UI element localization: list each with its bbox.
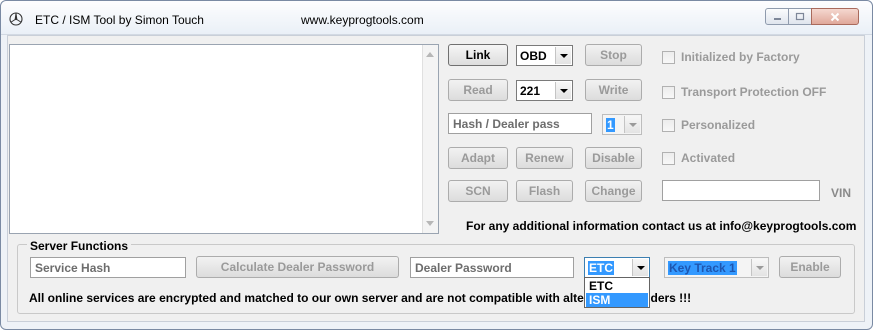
service-type-dropdown-list[interactable]: ETC ISM [584,277,650,308]
hash-dealer-pass-input[interactable]: Hash / Dealer pass [448,113,592,134]
maximize-icon [795,12,805,21]
minimize-icon [773,18,781,20]
dropdown-option-etc[interactable]: ETC [586,279,648,293]
personalized-label: Personalized [681,118,756,132]
title-bar: ETC / ISM Tool by Simon Touch www.keypro… [1,1,872,35]
checkbox-box[interactable] [662,118,675,132]
enable-button[interactable]: Enable [779,256,841,278]
chevron-down-icon[interactable] [624,116,640,133]
change-button[interactable]: Change [585,180,642,202]
chevron-down-icon[interactable] [632,259,648,276]
stop-button[interactable]: Stop [585,44,642,66]
service-type-combo[interactable]: ETC [584,257,650,278]
dealer-password-input[interactable]: Dealer Password [410,257,574,278]
window-title: ETC / ISM Tool by Simon Touch [35,13,204,27]
scn-button[interactable]: SCN [448,180,508,202]
chevron-down-icon[interactable] [555,82,571,99]
service-type-selected: ETC [588,261,614,275]
key-index-combo[interactable]: 1 [602,114,642,135]
key-track-combo[interactable]: Key Track 1 [664,257,769,278]
close-button[interactable] [811,8,859,25]
activated-checkbox[interactable]: Activated [662,150,735,166]
read-button[interactable]: Read [448,79,508,101]
key-track-selected: Key Track 1 [668,261,737,275]
log-scrollbar[interactable] [422,45,438,233]
dropdown-option-ism[interactable]: ISM [586,293,648,307]
adapt-button[interactable]: Adapt [448,147,508,169]
disable-button[interactable]: Disable [585,147,642,169]
log-textarea[interactable] [9,44,439,234]
interface-combo-value: OBD [520,49,547,63]
chevron-down-icon[interactable] [555,47,571,64]
vin-label: VIN [831,186,852,200]
scroll-up-icon[interactable] [426,52,434,57]
calculate-dealer-password-button[interactable]: Calculate Dealer Password [196,256,399,278]
transport-protection-label: Transport Protection OFF [681,85,827,99]
key-track-value: Key Track 1 [668,261,737,275]
checkbox-box[interactable] [662,151,675,165]
personalized-checkbox[interactable]: Personalized [662,117,755,133]
link-button[interactable]: Link [448,44,508,66]
service-hash-input[interactable]: Service Hash [30,257,186,278]
checkbox-box[interactable] [662,50,675,64]
key-index-selected: 1 [606,118,615,132]
model-combo[interactable]: 221 [516,80,573,101]
interface-combo[interactable]: OBD [516,45,573,66]
checkbox-box[interactable] [662,85,675,99]
transport-protection-checkbox[interactable]: Transport Protection OFF [662,84,826,100]
notice-head: All online services are encrypted and ma… [29,291,589,305]
scroll-down-icon[interactable] [426,221,434,226]
close-icon [830,12,840,21]
service-type-value: ETC [588,261,614,275]
vin-input[interactable] [662,180,820,201]
chevron-down-icon[interactable] [751,259,767,276]
minimize-button[interactable] [765,8,789,25]
mercedes-star-icon [9,12,23,26]
maximize-button[interactable] [788,8,812,25]
write-button[interactable]: Write [585,79,642,101]
activated-label: Activated [681,151,736,165]
renew-button[interactable]: Renew [516,147,573,169]
key-index-value: 1 [606,118,615,132]
initialized-checkbox[interactable]: Initialized by Factory [662,49,800,65]
server-functions-title: Server Functions [27,239,132,253]
flash-button[interactable]: Flash [516,180,573,202]
contact-info: For any additional information contact u… [466,219,857,233]
website-url: www.keyprogtools.com [301,13,424,27]
model-combo-value: 221 [520,84,541,98]
initialized-label: Initialized by Factory [681,50,800,64]
notice-tail: ders !!! [650,291,692,305]
